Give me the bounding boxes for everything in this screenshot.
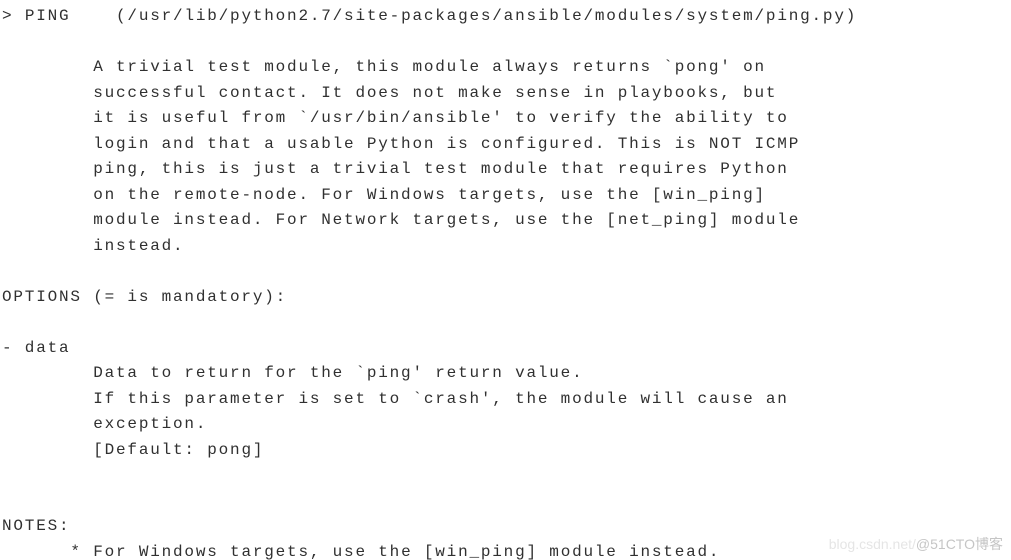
description-line: ping, this is just a trivial test module… xyxy=(93,160,789,178)
description-line: successful contact. It does not make sen… xyxy=(93,84,777,102)
option-data-line: If this parameter is set to `crash', the… xyxy=(93,390,789,408)
option-data: - data xyxy=(2,339,70,357)
description-line: login and that a usable Python is config… xyxy=(93,135,800,153)
option-data-line: Data to return for the `ping' return val… xyxy=(93,364,583,382)
description-line: it is useful from `/usr/bin/ansible' to … xyxy=(93,109,789,127)
description-line: instead. xyxy=(93,237,184,255)
prompt-symbol: > xyxy=(2,7,13,25)
description-line: on the remote-node. For Windows targets,… xyxy=(93,186,766,204)
description-line: A trivial test module, this module alway… xyxy=(93,58,766,76)
terminal-output: > PING (/usr/lib/python2.7/site-packages… xyxy=(0,0,1011,560)
module-path: (/usr/lib/python2.7/site-packages/ansibl… xyxy=(116,7,857,25)
options-heading: OPTIONS (= is mandatory): xyxy=(2,288,287,306)
module-header-line: > PING (/usr/lib/python2.7/site-packages… xyxy=(2,7,857,25)
note-line: * For Windows targets, use the [win_ping… xyxy=(70,543,720,560)
option-data-default: [Default: pong] xyxy=(93,441,264,459)
notes-heading: NOTES: xyxy=(2,517,70,535)
description-line: module instead. For Network targets, use… xyxy=(93,211,800,229)
module-name: PING xyxy=(25,7,71,25)
option-data-line: exception. xyxy=(93,415,207,433)
